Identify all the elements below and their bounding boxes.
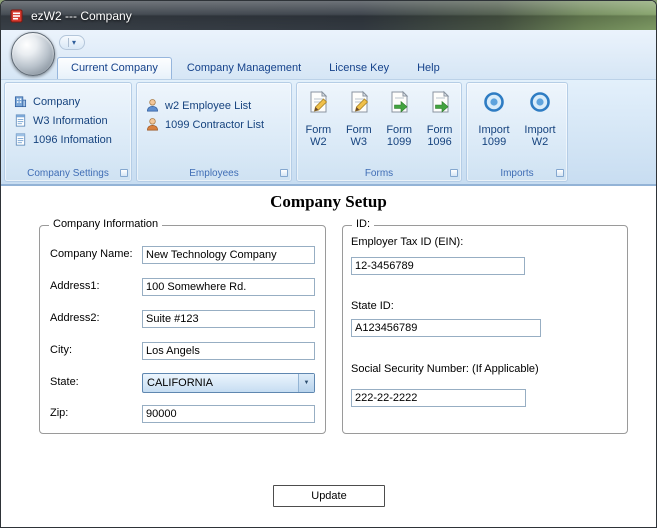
form-1096-arrow-icon — [428, 90, 452, 114]
ein-label: Employer Tax ID (EIN): — [351, 236, 464, 248]
button-label-line1: Form — [386, 124, 412, 136]
import-w2-icon — [528, 90, 552, 114]
zip-input[interactable] — [142, 405, 315, 423]
address2-label: Address2: — [50, 312, 100, 324]
group-label: Forms — [364, 168, 394, 179]
form-w2-pencil-icon — [306, 90, 330, 114]
button-label-line1: Form — [345, 124, 372, 136]
state-id-label: State ID: — [351, 300, 394, 312]
combo-dropdown-icon[interactable]: ▼ — [298, 374, 314, 392]
button-label-line2: W3 — [350, 136, 368, 148]
company-building-icon — [13, 94, 28, 109]
ribbon-item-label: 1099 Contractor List — [165, 118, 265, 131]
button-label-line2: 1099 — [481, 136, 507, 148]
group-imports: Import 1099 Import W2 Imports — [466, 82, 568, 182]
form-1099-button[interactable]: Form 1099 — [380, 88, 418, 148]
ribbon: Company W3 Information 1096 Infomation C… — [1, 80, 656, 186]
group-company-settings: Company W3 Information 1096 Infomation C… — [4, 82, 132, 182]
dialog-launcher-icon[interactable] — [450, 169, 458, 177]
dialog-launcher-icon[interactable] — [120, 169, 128, 177]
address1-label: Address1: — [50, 280, 100, 292]
state-select-value: CALIFORNIA — [147, 377, 214, 389]
qat-dropdown-icon[interactable]: ▾ — [72, 38, 76, 47]
import-w2-button[interactable]: Import W2 — [521, 88, 559, 148]
form-w3-pencil-icon — [347, 90, 371, 114]
ribbon-item-w2-employee-list[interactable]: w2 Employee List — [137, 96, 291, 115]
address2-input[interactable] — [142, 310, 315, 328]
state-label: State: — [50, 376, 79, 388]
ribbon-item-label: w2 Employee List — [165, 99, 252, 112]
button-label-line2: 1096 — [427, 136, 452, 148]
tab-current-company[interactable]: Current Company — [57, 57, 172, 79]
form-1096-button[interactable]: Form 1096 — [421, 88, 459, 148]
ribbon-item-label: 1096 Infomation — [33, 133, 112, 146]
zip-label: Zip: — [50, 407, 69, 419]
form-1096-icon — [13, 132, 28, 147]
groupbox-legend: ID: — [352, 218, 375, 230]
import-1099-icon — [482, 90, 506, 114]
dialog-launcher-icon[interactable] — [556, 169, 564, 177]
form-1099-arrow-icon — [387, 90, 411, 114]
ein-input[interactable] — [351, 257, 525, 275]
update-button[interactable]: Update — [273, 485, 385, 507]
group-footer-forms: Forms — [297, 166, 461, 181]
ssn-label: Social Security Number: (If Applicable) — [351, 363, 539, 375]
ribbon-item-1099-contractor-list[interactable]: 1099 Contractor List — [137, 115, 291, 134]
city-input[interactable] — [142, 342, 315, 360]
title-bar: ezW2 --- Company — [1, 1, 656, 30]
form-w2-button[interactable]: Form W2 — [299, 88, 337, 148]
address1-input[interactable] — [142, 278, 315, 296]
button-label-line1: Form — [426, 124, 453, 136]
app-window: ezW2 --- Company ▾ Current Company Compa… — [0, 0, 657, 528]
company-name-input[interactable] — [142, 246, 315, 264]
page-title: Company Setup — [270, 192, 387, 211]
button-label-line2: 1099 — [386, 136, 412, 148]
group-forms: Form W2 Form W3 Form 1099 Form 1096 Form… — [296, 82, 462, 182]
button-label-line1: Import — [524, 124, 556, 136]
groupbox-legend: Company Information — [49, 218, 163, 230]
main-content: Company Setup Company Information Compan… — [1, 186, 656, 527]
ribbon-item-label: Company — [33, 95, 81, 108]
city-label: City: — [50, 344, 72, 356]
ribbon-item-company[interactable]: Company — [5, 92, 131, 111]
ribbon-chrome: ▾ Current Company Company Management Lic… — [1, 30, 656, 80]
application-menu-orb[interactable] — [11, 32, 55, 76]
group-footer-employees: Employees — [137, 166, 291, 181]
employee-person-icon — [145, 98, 160, 113]
ribbon-item-label: W3 Information — [33, 114, 108, 127]
state-id-input[interactable] — [351, 319, 541, 337]
tab-license-key[interactable]: License Key — [316, 58, 402, 79]
button-label-line1: Import — [478, 124, 510, 136]
id-groupbox: ID: Employer Tax ID (EIN): State ID: Soc… — [342, 218, 628, 434]
tab-help[interactable]: Help — [404, 58, 453, 79]
window-title: ezW2 --- Company — [31, 8, 132, 23]
button-label-line1: Form — [305, 124, 332, 136]
ribbon-item-1096-information[interactable]: 1096 Infomation — [5, 130, 131, 149]
company-information-groupbox: Company Information Company Name: Addres… — [39, 218, 326, 434]
button-label-line2: W2 — [531, 136, 549, 148]
form-w3-button[interactable]: Form W3 — [340, 88, 378, 148]
tab-company-management[interactable]: Company Management — [174, 58, 314, 79]
ribbon-item-w3-information[interactable]: W3 Information — [5, 111, 131, 130]
group-footer-imports: Imports — [467, 166, 567, 181]
qat-separator — [67, 38, 69, 47]
group-label: Imports — [500, 168, 534, 179]
ribbon-tabs: Current Company Company Management Licen… — [57, 56, 453, 79]
state-select[interactable]: CALIFORNIA ▼ — [142, 373, 315, 393]
company-name-label: Company Name: — [50, 248, 133, 260]
w3-form-icon — [13, 113, 28, 128]
button-label-line2: W2 — [310, 136, 327, 148]
import-1099-button[interactable]: Import 1099 — [475, 88, 513, 148]
contractor-person-icon — [145, 117, 160, 132]
ssn-input[interactable] — [351, 389, 526, 407]
quick-access-toolbar[interactable]: ▾ — [59, 35, 85, 50]
group-footer-company-settings: Company Settings — [5, 166, 131, 181]
group-employees: w2 Employee List 1099 Contractor List Em… — [136, 82, 292, 182]
group-label: Company Settings — [27, 168, 109, 179]
group-label: Employees — [189, 168, 239, 179]
app-icon — [9, 8, 25, 24]
dialog-launcher-icon[interactable] — [280, 169, 288, 177]
